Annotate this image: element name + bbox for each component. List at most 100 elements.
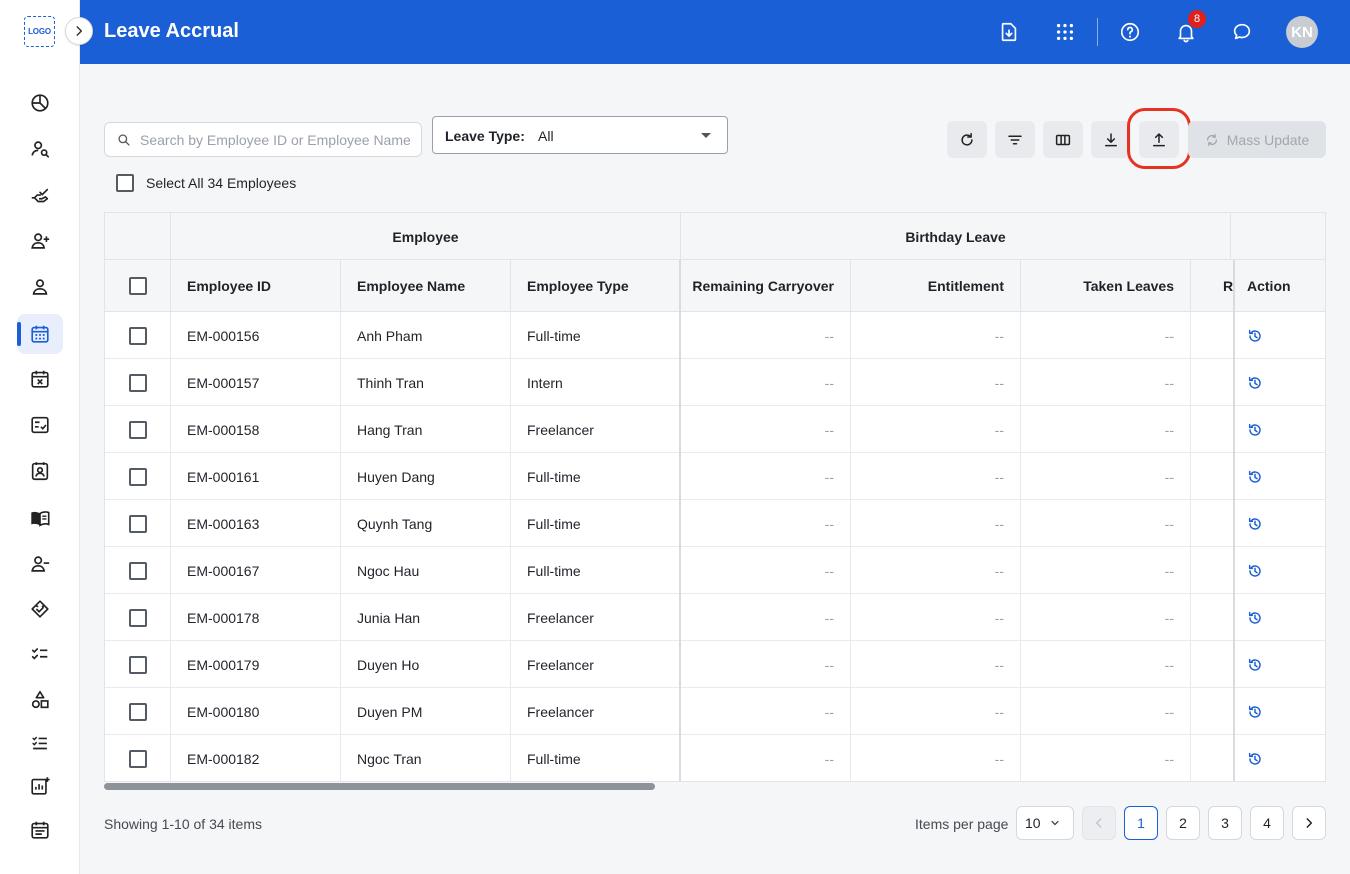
page-button-1[interactable]: 1 [1124, 806, 1158, 840]
export-file-button[interactable] [994, 17, 1024, 47]
chevron-left-icon [1095, 818, 1102, 828]
history-icon [1248, 705, 1261, 718]
sidebar-item-leave-calendar[interactable] [17, 314, 63, 354]
table-row[interactable]: EM-000182 Ngoc Tran Full-time -- -- -- [105, 735, 1325, 781]
cell-employee-type: Freelancer [511, 641, 681, 688]
help-button[interactable] [1115, 17, 1145, 47]
header-select-checkbox[interactable] [128, 277, 147, 295]
person-icon [32, 279, 48, 295]
history-button[interactable] [1247, 610, 1263, 626]
items-per-page-select[interactable]: 10 [1016, 806, 1074, 840]
row-checkbox[interactable] [128, 749, 147, 768]
sidebar-item-profile[interactable] [17, 267, 63, 307]
expand-sidebar-button[interactable] [65, 17, 93, 45]
sidebar-item-leave-cancel[interactable] [17, 359, 63, 399]
column-header-taken-leaves[interactable]: Taken Leaves [1021, 260, 1191, 312]
apps-grid-button[interactable] [1050, 17, 1080, 47]
table-row[interactable]: EM-000156 Anh Pham Full-time -- -- -- [105, 312, 1325, 359]
history-button[interactable] [1247, 469, 1263, 485]
cell-employee-name: Junia Han [341, 594, 511, 641]
sidebar-item-add-employee[interactable] [17, 221, 63, 261]
history-button[interactable] [1247, 375, 1263, 391]
mass-update-button[interactable]: Mass Update [1188, 121, 1326, 158]
column-header-remaining-partial[interactable]: R [1191, 260, 1235, 312]
sidebar-item-handbook[interactable] [17, 498, 63, 538]
table-row[interactable]: EM-000158 Hang Tran Freelancer -- -- -- [105, 406, 1325, 453]
sidebar-item-approvals[interactable] [17, 176, 63, 216]
select-all-checkbox[interactable] [116, 174, 134, 192]
row-checkbox[interactable] [128, 467, 147, 486]
sidebar-item-checklist[interactable] [17, 405, 63, 445]
cell-remaining-carryover: -- [681, 688, 851, 735]
download-button[interactable] [1091, 121, 1131, 158]
person-search-icon [31, 141, 50, 158]
cell-action [1233, 641, 1325, 688]
sidebar-item-contacts[interactable] [17, 451, 63, 491]
table-row[interactable]: EM-000167 Ngoc Hau Full-time -- -- -- [105, 547, 1325, 594]
table-row[interactable]: EM-000157 Thinh Tran Intern -- -- -- [105, 359, 1325, 406]
sidebar-item-dashboard[interactable] [17, 83, 63, 123]
sidebar-item-categories[interactable] [17, 680, 63, 720]
column-header-employee-name[interactable]: Employee Name [341, 260, 511, 312]
column-header-entitlement[interactable]: Entitlement [851, 260, 1021, 312]
page-button-4[interactable]: 4 [1250, 806, 1284, 840]
sidebar-item-employee-search[interactable] [17, 129, 63, 169]
sidebar-item-list[interactable] [17, 723, 63, 763]
row-checkbox[interactable] [128, 373, 147, 392]
table-row[interactable]: EM-000161 Huyen Dang Full-time -- -- -- [105, 453, 1325, 500]
column-header-employee-type[interactable]: Employee Type [511, 260, 681, 312]
history-button[interactable] [1247, 328, 1263, 344]
row-checkbox[interactable] [128, 702, 147, 721]
chat-button[interactable] [1227, 17, 1257, 47]
filter-button[interactable] [995, 121, 1035, 158]
group-header-spacer [105, 213, 171, 260]
user-avatar[interactable]: KN [1286, 16, 1318, 48]
history-icon [1248, 470, 1261, 483]
grid-icon [1056, 23, 1074, 41]
history-button[interactable] [1247, 563, 1263, 579]
cell-remaining-carryover: -- [681, 312, 851, 359]
app-logo[interactable]: LOGO [24, 16, 55, 47]
next-page-button[interactable] [1292, 806, 1326, 840]
table-row[interactable]: EM-000163 Quynh Tang Full-time -- -- -- [105, 500, 1325, 547]
history-button[interactable] [1247, 704, 1263, 720]
page-button-3[interactable]: 3 [1208, 806, 1242, 840]
page-button-2[interactable]: 2 [1166, 806, 1200, 840]
cell-taken-leaves: -- [1021, 500, 1191, 547]
table-row[interactable]: EM-000180 Duyen PM Freelancer -- -- -- [105, 688, 1325, 735]
row-checkbox[interactable] [128, 655, 147, 674]
row-checkbox[interactable] [128, 326, 147, 345]
search-input[interactable] [140, 123, 415, 156]
history-button[interactable] [1247, 657, 1263, 673]
row-checkbox-cell [105, 547, 171, 594]
cell-employee-name: Huyen Dang [341, 453, 511, 500]
sidebar-item-handshake[interactable] [17, 589, 63, 629]
row-checkbox[interactable] [128, 420, 147, 439]
column-header-remaining-carryover[interactable]: Remaining Carryover [681, 260, 851, 312]
row-checkbox[interactable] [128, 561, 147, 580]
refresh-button[interactable] [947, 121, 987, 158]
sidebar-item-reports[interactable] [17, 766, 63, 806]
cell-employee-id: EM-000179 [171, 641, 341, 688]
sync-icon [1206, 133, 1217, 146]
history-button[interactable] [1247, 422, 1263, 438]
items-per-page-label: Items per page [915, 816, 1009, 832]
history-button[interactable] [1247, 516, 1263, 532]
history-button[interactable] [1247, 751, 1263, 767]
horizontal-scrollbar[interactable] [104, 782, 1326, 790]
row-checkbox[interactable] [128, 608, 147, 627]
cell-action [1233, 594, 1325, 641]
history-icon [1248, 752, 1261, 765]
column-header-employee-id[interactable]: Employee ID [171, 260, 341, 312]
sidebar-item-events[interactable] [17, 810, 63, 850]
table-row[interactable]: EM-000178 Junia Han Freelancer -- -- -- [105, 594, 1325, 641]
table-row[interactable]: EM-000179 Duyen Ho Freelancer -- -- -- [105, 641, 1325, 688]
prev-page-button[interactable] [1082, 806, 1116, 840]
cell-employee-id: EM-000156 [171, 312, 341, 359]
columns-button[interactable] [1043, 121, 1083, 158]
leave-type-select[interactable]: Leave Type: All [432, 116, 728, 154]
sidebar-item-remove-employee[interactable] [17, 544, 63, 584]
scrollbar-thumb[interactable] [104, 783, 655, 790]
row-checkbox[interactable] [128, 514, 147, 533]
sidebar-item-tasks[interactable] [17, 634, 63, 674]
